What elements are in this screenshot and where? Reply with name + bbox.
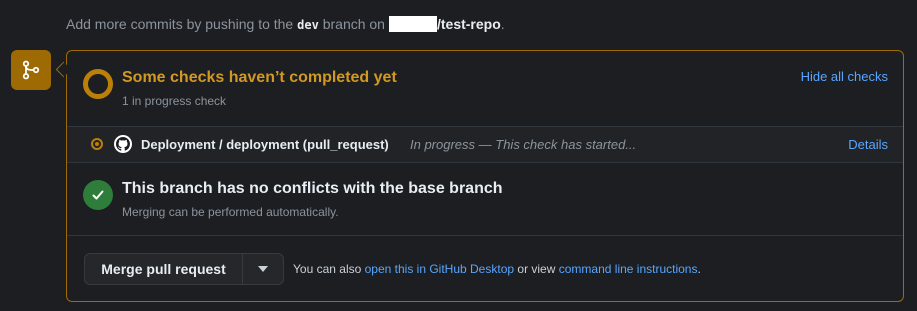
hide-all-checks-link[interactable]: Hide all checks [801, 69, 888, 84]
push-hint: Add more commits by pushing to the dev b… [66, 14, 505, 35]
branch-name[interactable]: dev [297, 18, 319, 32]
in-progress-dot-icon [91, 138, 103, 150]
merge-actions: Merge pull request You can also open thi… [67, 236, 903, 302]
conflicts-title: This branch has no conflicts with the ba… [122, 180, 503, 197]
triangle-down-icon [258, 266, 268, 272]
check-name: Deployment / deployment (pull_request) [141, 137, 389, 152]
check-status: In progress — This check has started... [410, 137, 637, 152]
check-details-link[interactable]: Details [848, 137, 888, 152]
conflicts-subtitle: Merging can be performed automatically. [122, 205, 339, 219]
checks-summary: Some checks haven’t completed yet 1 in p… [67, 51, 903, 125]
checks-subtitle: 1 in progress check [122, 94, 227, 108]
merge-pull-request-button[interactable]: Merge pull request [85, 254, 243, 284]
redacted-owner [388, 16, 437, 32]
command-line-instructions-link[interactable]: command line instructions [559, 262, 698, 276]
merge-note-middle: or view [517, 262, 556, 276]
push-hint-suffix: . [500, 16, 505, 32]
merge-alternatives: You can also open this in GitHub Desktop… [293, 262, 701, 276]
pending-ring-icon [83, 69, 113, 99]
merge-note-prefix: You can also [293, 262, 362, 276]
open-github-desktop-link[interactable]: open this in GitHub Desktop [365, 262, 514, 276]
conflicts-status: This branch has no conflicts with the ba… [67, 163, 903, 236]
git-merge-icon [11, 50, 51, 90]
merge-button-group: Merge pull request [84, 253, 284, 285]
check-icon [83, 180, 113, 210]
merge-box: Some checks haven’t completed yet 1 in p… [66, 50, 904, 302]
merge-options-dropdown[interactable] [243, 254, 283, 284]
checks-title: Some checks haven’t completed yet [122, 69, 397, 86]
merge-note-suffix: . [697, 262, 701, 276]
push-hint-middle: branch on [322, 16, 385, 32]
repo-name[interactable]: /test-repo [437, 16, 501, 32]
github-logo-icon [114, 135, 132, 153]
check-row: Deployment / deployment (pull_request) I… [67, 126, 903, 163]
push-hint-prefix: Add more commits by pushing to the [66, 16, 294, 32]
